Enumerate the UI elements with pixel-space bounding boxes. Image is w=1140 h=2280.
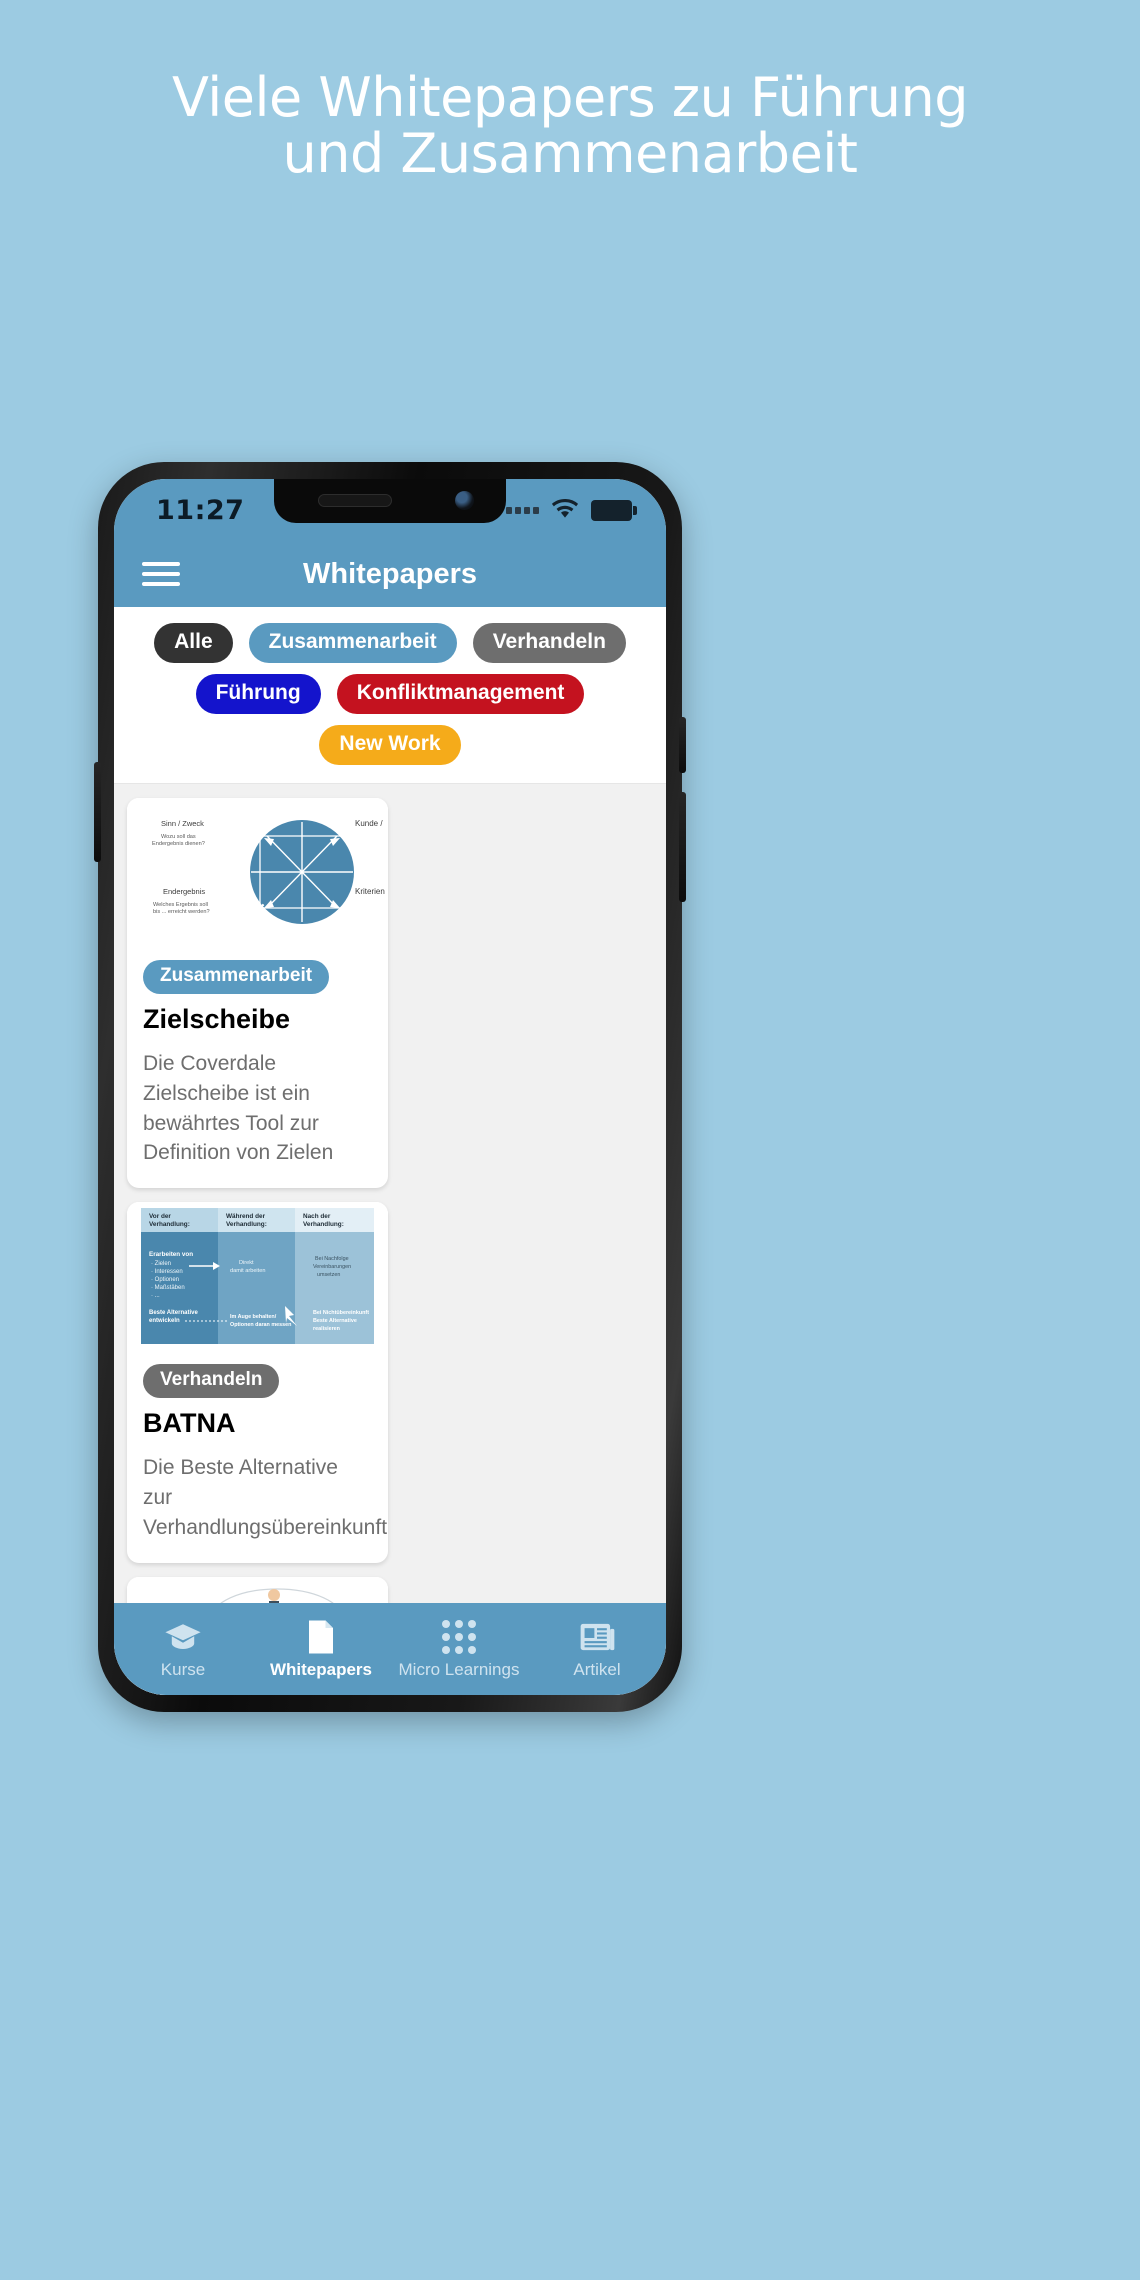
svg-text:· Optionen: · Optionen <box>151 1277 179 1283</box>
card-tag: Zusammenarbeit <box>143 960 330 994</box>
nav-item-artikel[interactable]: Artikel <box>528 1618 666 1680</box>
svg-text:Verhandlung:: Verhandlung: <box>149 1221 190 1228</box>
svg-text:Bei Nichtübereinkunft: Bei Nichtübereinkunft <box>313 1310 369 1316</box>
filter-chip-row: Alle Zusammenarbeit Verhandeln Führung K… <box>114 607 666 784</box>
card-thumbnail-zielscheibe: Sinn / Zweck Wozu soll das Endergebnis d… <box>127 798 388 946</box>
hamburger-menu-icon[interactable] <box>142 556 180 592</box>
status-bar-time: 11:27 <box>156 494 245 526</box>
svg-text:Beste Alternative: Beste Alternative <box>149 1310 198 1316</box>
card-thumbnail-batna: Vor der Verhandlung: Während der Verhand… <box>127 1202 388 1351</box>
nav-item-kurse[interactable]: Kurse <box>114 1618 252 1680</box>
graduation-cap-icon <box>163 1618 203 1656</box>
whitepaper-card[interactable]: Sinn / Zweck Wozu soll das Endergebnis d… <box>127 798 388 1189</box>
svg-text:Welches Ergebnis soll: Welches Ergebnis soll <box>153 902 208 908</box>
card-tag: Verhandeln <box>143 1364 280 1399</box>
phone-power-button[interactable] <box>679 717 686 773</box>
wifi-icon <box>551 499 579 518</box>
filter-chip-verhandeln[interactable]: Verhandeln <box>472 623 626 663</box>
svg-text:· Maßstäben: · Maßstäben <box>151 1285 185 1291</box>
phone-volume-button[interactable] <box>679 792 686 902</box>
svg-text:realisieren: realisieren <box>313 1326 340 1332</box>
svg-text:Direkt: Direkt <box>239 1260 254 1266</box>
svg-text:Optionen daran messen: Optionen daran messen <box>230 1322 291 1328</box>
card-title: BATNA <box>143 1408 236 1439</box>
status-bar: 11:27 <box>114 479 666 541</box>
card-body: Zusammenarbeit Zielscheibe Die Coverdale… <box>127 946 388 1188</box>
svg-text:Vor der: Vor der <box>149 1213 171 1220</box>
svg-text:Endergebnis: Endergebnis <box>163 887 205 896</box>
filter-chip-konfliktmanagement[interactable]: Konfliktmanagement <box>336 674 585 714</box>
svg-text:umsetzen: umsetzen <box>317 1272 340 1278</box>
svg-text:entwickeln: entwickeln <box>149 1318 180 1324</box>
card-description: Die Coverdale Zielscheibe ist ein bewähr… <box>143 1052 334 1165</box>
promo-line-1: Viele Whitepapers zu Führung <box>172 66 968 129</box>
card-title: Zielscheibe <box>143 1004 291 1034</box>
filter-chip-alle[interactable]: Alle <box>154 623 233 663</box>
svg-text:· ...: · ... <box>151 1293 160 1299</box>
phone-screen: 11:27 Whitepapers Alle Zusammenarbeit Ve… <box>114 479 666 1695</box>
card-body: Verhandeln BATNA Die Beste Alternative z… <box>127 1350 388 1562</box>
svg-text:Bei Nachfolge: Bei Nachfolge <box>315 1256 349 1262</box>
nav-label: Micro Learnings <box>398 1660 520 1679</box>
card-description: Die Beste Alternative zur Verhandlungsüb… <box>143 1456 388 1539</box>
nav-item-micro-learnings[interactable]: Micro Learnings <box>390 1618 528 1680</box>
whitepaper-list[interactable]: Sinn / Zweck Wozu soll das Endergebnis d… <box>114 784 666 1695</box>
phone-side-button[interactable] <box>94 762 101 862</box>
dots-grid-icon <box>442 1618 476 1656</box>
svg-text:Verhandlung:: Verhandlung: <box>226 1221 267 1228</box>
promo-headline: Viele Whitepapers zu Führung und Zusamme… <box>0 70 1140 181</box>
svg-text:· Interessen: · Interessen <box>151 1269 183 1275</box>
svg-text:damit arbeiten: damit arbeiten <box>230 1268 265 1274</box>
svg-text:Kriterien: Kriterien <box>355 887 385 896</box>
svg-text:Im Auge behalten/: Im Auge behalten/ <box>230 1314 277 1320</box>
svg-text:Beste Alternative: Beste Alternative <box>313 1318 357 1324</box>
svg-text:Während der: Während der <box>226 1213 266 1220</box>
battery-icon <box>591 499 637 521</box>
bottom-navigation: Kurse Whitepapers Micro Learnings Artike… <box>114 1603 666 1695</box>
batna-table-icon: Vor der Verhandlung: Während der Verhand… <box>127 1202 388 1351</box>
filter-chip-new-work[interactable]: New Work <box>319 725 461 765</box>
nav-label: Artikel <box>573 1660 621 1679</box>
app-bar: Whitepapers <box>114 541 666 607</box>
signal-dots-icon <box>506 506 539 514</box>
front-camera-icon <box>455 491 474 510</box>
svg-text:Wozu soll das: Wozu soll das <box>161 834 196 840</box>
earpiece-speaker-icon <box>318 494 392 507</box>
zielscheibe-diagram-icon: Sinn / Zweck Wozu soll das Endergebnis d… <box>127 798 388 946</box>
svg-text:· Zielen: · Zielen <box>151 1261 171 1267</box>
svg-text:Endergebnis dienen?: Endergebnis dienen? <box>152 841 205 847</box>
nav-label: Whitepapers <box>269 1660 373 1679</box>
phone-mockup: 11:27 Whitepapers Alle Zusammenarbeit Ve… <box>94 462 686 1712</box>
svg-text:Erarbeiten von: Erarbeiten von <box>149 1251 193 1258</box>
svg-text:Nach der: Nach der <box>303 1213 331 1220</box>
nav-label: Kurse <box>160 1660 206 1679</box>
page-title: Whitepapers <box>302 557 478 590</box>
svg-text:bis ... erreicht werden?: bis ... erreicht werden? <box>153 909 210 915</box>
status-bar-indicators <box>506 499 637 521</box>
filter-chip-zusammenarbeit[interactable]: Zusammenarbeit <box>248 623 457 663</box>
filter-chip-fuehrung[interactable]: Führung <box>195 674 321 714</box>
svg-text:Vereinbarungen: Vereinbarungen <box>313 1264 351 1270</box>
svg-text:Kunde /: Kunde / <box>355 819 383 828</box>
svg-text:Verhandlung:: Verhandlung: <box>303 1221 344 1228</box>
document-icon <box>304 1618 338 1656</box>
phone-notch <box>274 479 506 523</box>
nav-item-whitepapers[interactable]: Whitepapers <box>252 1618 390 1680</box>
newspaper-icon <box>579 1618 615 1656</box>
card-column-left: Sinn / Zweck Wozu soll das Endergebnis d… <box>127 798 388 1695</box>
svg-text:Sinn / Zweck: Sinn / Zweck <box>161 819 204 828</box>
whitepaper-card[interactable]: Vor der Verhandlung: Während der Verhand… <box>127 1202 388 1563</box>
promo-line-2: und Zusammenarbeit <box>282 121 858 185</box>
